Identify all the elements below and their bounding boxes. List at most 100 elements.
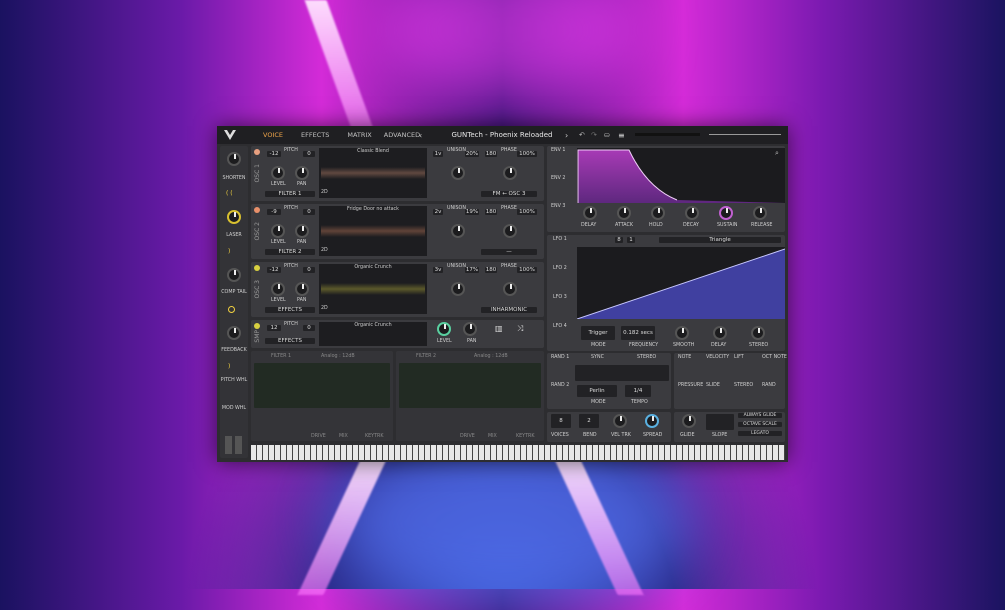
filter-1-model[interactable]: Analog : 12dB bbox=[321, 354, 355, 359]
osc-3-fine-value[interactable]: 0 bbox=[303, 267, 315, 273]
osc-2-enable[interactable] bbox=[254, 207, 260, 213]
rand-tab-2[interactable]: RAND 2 bbox=[551, 383, 569, 388]
osc-2-unison-knob[interactable] bbox=[451, 224, 465, 238]
osc-2-dim[interactable]: 2D bbox=[321, 248, 328, 253]
osc-2-wavetable[interactable]: Fridge Door no attack 2D bbox=[319, 206, 427, 256]
sampler-fine-value[interactable]: 0 bbox=[303, 325, 315, 331]
glide-knob[interactable] bbox=[682, 414, 696, 428]
redo-icon[interactable]: ↷ bbox=[591, 131, 597, 139]
mod-source-note[interactable]: NOTE bbox=[678, 355, 691, 360]
bend-value[interactable]: 2 bbox=[579, 414, 599, 428]
filter-2-graph[interactable] bbox=[399, 363, 541, 408]
macro-knob-1[interactable] bbox=[227, 152, 241, 166]
lfo-tab-2[interactable]: LFO 2 bbox=[553, 266, 567, 271]
random-start-icon[interactable]: ⤨ bbox=[517, 324, 523, 334]
macro-knob-3[interactable] bbox=[227, 268, 241, 282]
osc-2-level-knob[interactable] bbox=[271, 224, 285, 238]
osc-3-phase-knob[interactable] bbox=[503, 282, 517, 296]
mod-source-velocity[interactable]: VELOCITY bbox=[706, 355, 729, 360]
lfo-tab-4[interactable]: LFO 4 bbox=[553, 324, 567, 329]
tab-voice[interactable]: VOICE bbox=[257, 131, 289, 139]
rand-tab-1[interactable]: RAND 1 bbox=[551, 355, 569, 360]
keytrack-icon[interactable]: ▥ bbox=[495, 324, 503, 333]
lfo-knob-delay[interactable] bbox=[713, 326, 727, 340]
osc-1-bottom-select[interactable]: FM ← OSC 3 bbox=[481, 191, 537, 197]
env-tab-1[interactable]: ENV 1 bbox=[551, 148, 565, 153]
lfo-knob-smooth[interactable] bbox=[675, 326, 689, 340]
legato-toggle[interactable]: LEGATO bbox=[738, 431, 782, 436]
lfo-frequency-value[interactable]: 0.182 secs bbox=[621, 326, 655, 340]
osc-2-pitch-value[interactable]: -9 bbox=[267, 209, 281, 215]
mod-wheel[interactable] bbox=[235, 436, 242, 454]
osc-1-phase-value[interactable]: 180 bbox=[485, 151, 497, 157]
voices-value[interactable]: 8 bbox=[551, 414, 571, 428]
lfo-tab-1[interactable]: LFO 1 bbox=[553, 237, 567, 242]
env-tab-3[interactable]: ENV 3 bbox=[551, 204, 565, 209]
osc-1-unison-voices[interactable]: 1v bbox=[433, 151, 443, 157]
rand-stereo[interactable]: STEREO bbox=[637, 355, 656, 360]
mod-source-pressure[interactable]: PRESSURE bbox=[678, 383, 703, 388]
mod-source-oct-note[interactable]: OCT NOTE bbox=[762, 355, 787, 360]
osc-3-route[interactable]: EFFECTS bbox=[265, 307, 315, 313]
osc-1-unison-pct[interactable]: 20% bbox=[465, 151, 479, 157]
osc-2-phase-pct[interactable]: 100% bbox=[517, 209, 537, 215]
osc-3-bottom-select[interactable]: INHARMONIC bbox=[481, 307, 537, 313]
env-knob-decay[interactable] bbox=[685, 206, 699, 220]
spread-knob[interactable] bbox=[645, 414, 659, 428]
lfo-grid-x[interactable]: 8 bbox=[615, 237, 623, 243]
mod-source-lift[interactable]: LIFT bbox=[734, 355, 744, 360]
rand-sync[interactable]: SYNC bbox=[591, 355, 604, 360]
osc-1-unison-knob[interactable] bbox=[451, 166, 465, 180]
osc-3-unison-pct[interactable]: 17% bbox=[465, 267, 479, 273]
random-graph[interactable] bbox=[575, 365, 669, 381]
osc-2-fine-value[interactable]: 0 bbox=[303, 209, 315, 215]
rand-tempo-value[interactable]: 1/4 bbox=[625, 385, 651, 397]
keyboard[interactable] bbox=[251, 445, 785, 460]
sampler-pan-knob[interactable] bbox=[463, 322, 477, 336]
next-preset-button[interactable]: › bbox=[565, 131, 568, 140]
osc-3-pan-knob[interactable] bbox=[295, 282, 309, 296]
env-knob-release[interactable] bbox=[753, 206, 767, 220]
lfo-graph[interactable] bbox=[576, 247, 786, 320]
osc-3-unison-voices[interactable]: 3v bbox=[433, 267, 443, 273]
osc-1-enable[interactable] bbox=[254, 149, 260, 155]
filter-2-model[interactable]: Analog : 12dB bbox=[474, 354, 508, 359]
sampler-display[interactable]: Organic Crunch bbox=[319, 322, 427, 346]
lfo-knob-stereo[interactable] bbox=[751, 326, 765, 340]
zoom-icon[interactable]: ⌕ bbox=[775, 149, 779, 158]
osc-3-wavetable[interactable]: Organic Crunch 2D bbox=[319, 264, 427, 314]
undo-icon[interactable]: ↶ bbox=[579, 131, 585, 139]
veltrk-knob[interactable] bbox=[613, 414, 627, 428]
osc-3-unison-knob[interactable] bbox=[451, 282, 465, 296]
osc-3-dim[interactable]: 2D bbox=[321, 306, 328, 311]
osc-1-level-knob[interactable] bbox=[271, 166, 285, 180]
osc-2-pan-knob[interactable] bbox=[295, 224, 309, 238]
osc-3-phase-value[interactable]: 180 bbox=[485, 267, 497, 273]
osc-2-bottom-select[interactable]: — bbox=[481, 249, 537, 255]
env-knob-delay[interactable] bbox=[583, 206, 597, 220]
sampler-pitch-value[interactable]: 12 bbox=[267, 325, 281, 331]
slope-graph[interactable] bbox=[706, 414, 734, 430]
save-icon[interactable]: ⛀ bbox=[604, 131, 610, 139]
env-knob-hold[interactable] bbox=[651, 206, 665, 220]
volume-meter[interactable] bbox=[635, 133, 700, 136]
osc-1-phase-knob[interactable] bbox=[503, 166, 517, 180]
osc-3-enable[interactable] bbox=[254, 265, 260, 271]
osc-1-dim[interactable]: 2D bbox=[321, 190, 328, 195]
lfo-tab-3[interactable]: LFO 3 bbox=[553, 295, 567, 300]
mod-source-rand[interactable]: RAND bbox=[762, 383, 776, 388]
mod-source-stereo[interactable]: STEREO bbox=[734, 383, 753, 388]
preset-name[interactable]: GUNTech - Phoenix Reloaded bbox=[437, 131, 567, 139]
osc-1-wavetable[interactable]: Classic Blend 2D bbox=[319, 148, 427, 198]
tab-effects[interactable]: EFFECTS bbox=[295, 131, 335, 139]
osc-1-pan-knob[interactable] bbox=[295, 166, 309, 180]
octave-scale-toggle[interactable]: OCTAVE SCALE bbox=[738, 422, 782, 427]
sampler-enable[interactable] bbox=[254, 323, 260, 329]
osc-1-phase-pct[interactable]: 100% bbox=[517, 151, 537, 157]
env-tab-2[interactable]: ENV 2 bbox=[551, 176, 565, 181]
osc-3-phase-pct[interactable]: 100% bbox=[517, 267, 537, 273]
osc-1-route[interactable]: FILTER 1 bbox=[265, 191, 315, 197]
osc-3-pitch-value[interactable]: -12 bbox=[267, 267, 281, 273]
sampler-level-knob[interactable] bbox=[437, 322, 451, 336]
osc-2-route[interactable]: FILTER 2 bbox=[265, 249, 315, 255]
